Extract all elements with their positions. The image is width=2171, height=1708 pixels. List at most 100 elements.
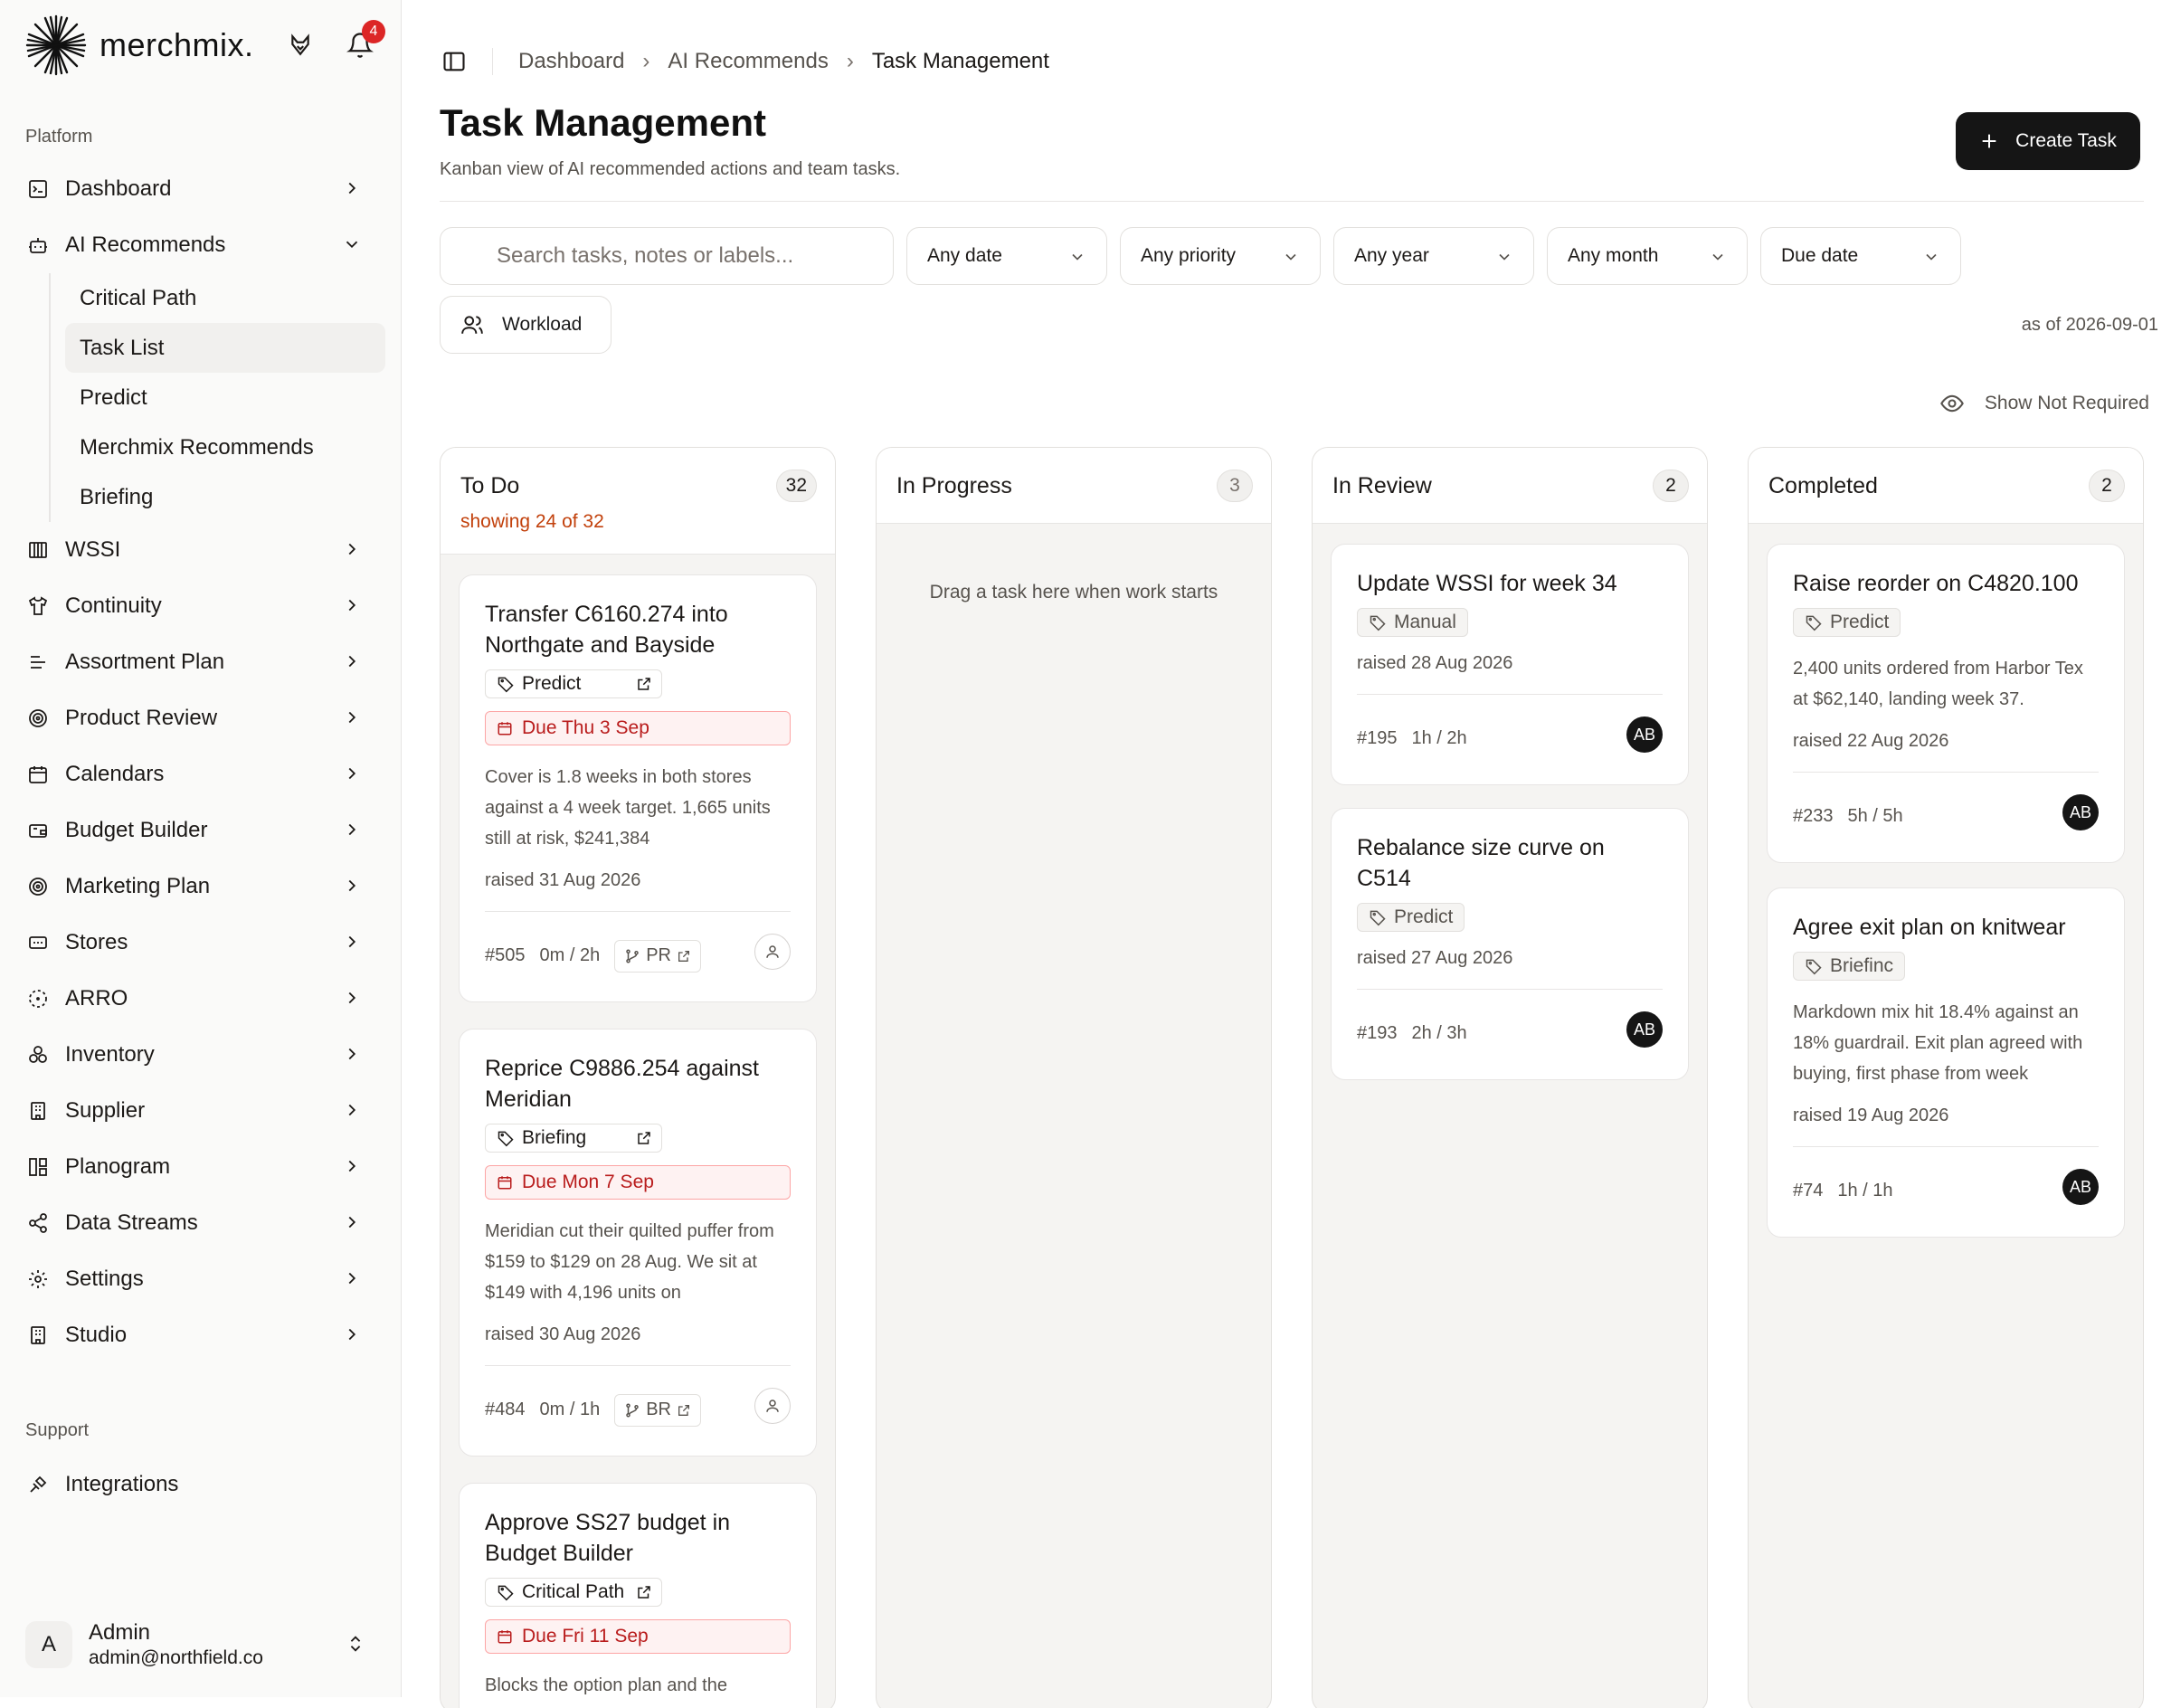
store-icon [25,930,51,955]
breadcrumb-ai-recommends[interactable]: AI Recommends [668,49,828,74]
external-link-icon [638,678,650,690]
sidebar-item-studio[interactable]: Studio [16,1307,385,1363]
tag-label: Briefinc [1830,955,1894,976]
pr-link[interactable]: PR [614,939,701,973]
time-tracked: 0m / 1h [539,1400,601,1419]
breadcrumb-dashboard[interactable]: Dashboard [518,49,624,74]
dashed-circle-icon [25,986,51,1011]
column-count: 3 [1217,470,1253,502]
brand[interactable]: merchmix. [24,13,254,78]
user-name: Admin [89,1620,151,1645]
sidebar-item-label: Dashboard [65,176,172,201]
task-title: Update WSSI for week 34 [1357,571,1617,596]
task-tag[interactable]: Briefing [485,1124,662,1153]
workload-button[interactable]: Workload [440,296,611,354]
sidebar-subitem-predict[interactable]: Predict [65,373,385,422]
tag-label: Predict [522,673,582,694]
sidebar-item-dashboard[interactable]: Dashboard [16,161,385,217]
chevron-right-icon [348,1328,356,1341]
sidebar-item-stores[interactable]: Stores [16,915,385,971]
task-tag[interactable]: Predict [485,669,662,698]
task-card[interactable]: Rebalance size curve on C514 Predict rai… [1331,808,1689,1080]
git-branch-icon [626,949,639,963]
sidebar-item-product-review[interactable]: Product Review [16,690,385,746]
due-label: Due Thu 3 Sep [522,717,649,738]
sidebar-item-budget-builder[interactable]: Budget Builder [16,802,385,859]
task-card[interactable]: Agree exit plan on knitwear Briefinc Mar… [1767,887,2125,1238]
sidebar-item-label: Integrations [65,1472,179,1496]
date-filter[interactable]: Any date [906,227,1107,285]
due-date-filter[interactable]: Due date [1760,227,1961,285]
sidebar-item-label: AI Recommends [65,232,226,257]
sidebar-item-wssi[interactable]: WSSI [16,522,385,578]
task-card[interactable]: Update WSSI for week 34 Manual raised 28… [1331,544,1689,785]
platform-label: Platform [25,127,93,147]
avatar[interactable]: AB [2062,794,2099,830]
card-footer: #505 0m / 2h PR [485,911,791,978]
sidebar-item-inventory[interactable]: Inventory [16,1027,385,1083]
fox-icon[interactable] [282,27,318,63]
sidebar-item-label: Budget Builder [65,818,208,842]
notification-badge: 4 [362,20,385,43]
list-icon [25,650,51,675]
search-input[interactable]: Search tasks, notes or labels... [440,227,894,285]
task-tag[interactable]: Critical Path [485,1578,662,1607]
sidebar-item-planogram[interactable]: Planogram [16,1139,385,1195]
tag-label: Predict [1394,906,1454,927]
filter-value: Any year [1354,245,1429,266]
filter-value: Any priority [1141,245,1237,266]
create-task-button[interactable]: Create Task [1956,112,2140,170]
task-card[interactable]: Raise reorder on C4820.100 Predict 2,400… [1767,544,2125,863]
share-icon [25,1210,51,1236]
sidebar-item-settings[interactable]: Settings [16,1251,385,1307]
user-menu[interactable]: A Admin admin@northfield.co [25,1608,385,1681]
assign-user-icon[interactable] [754,934,791,970]
card-footer: #195 1h / 2h AB [1357,694,1663,761]
sidebar-item-marketing-plan[interactable]: Marketing Plan [16,859,385,915]
avatar[interactable]: AB [1626,1011,1663,1048]
chevron-right-icon [348,182,356,195]
sidebar-item-data-streams[interactable]: Data Streams [16,1195,385,1251]
sidebar-item-supplier[interactable]: Supplier [16,1083,385,1139]
raised-date: raised 28 Aug 2026 [1357,653,1513,673]
sidebar-toggle-icon[interactable] [441,49,467,74]
year-filter[interactable]: Any year [1333,227,1534,285]
due-label: Due Mon 7 Sep [522,1172,654,1192]
task-card[interactable]: Transfer C6160.274 into Northgate and Ba… [459,574,817,1002]
sidebar-subitem-merchmix-recommends[interactable]: Merchmix Recommends [65,422,385,472]
raised-date: raised 27 Aug 2026 [1357,948,1513,968]
chevron-right-icon [348,1104,356,1116]
sidebar-subitem-task-list[interactable]: Task List [65,323,385,373]
column-in-progress[interactable]: In Progress 3 Drag a task here when work… [876,447,1272,1708]
sidebar-item-label: Studio [65,1323,128,1347]
sidebar-item-ai-recommends[interactable]: AI Recommends [16,217,385,273]
sidebar-item-assortment-plan[interactable]: Assortment Plan [16,634,385,690]
pr-link[interactable]: BR [614,1393,701,1427]
column-header: In Review 2 [1313,448,1707,524]
sidebar-item-integrations[interactable]: Integrations [16,1457,385,1513]
avatar: A [25,1621,72,1668]
month-filter[interactable]: Any month [1547,227,1748,285]
sidebar-item-arro[interactable]: ARRO [16,971,385,1027]
sidebar-item-label: Assortment Plan [65,650,225,674]
show-not-required-toggle[interactable]: Show Not Required [1939,391,2149,416]
sidebar-item-continuity[interactable]: Continuity [16,578,385,634]
ai-recommends-submenu: Critical Path Task List Predict Merchmix… [49,273,385,522]
task-card[interactable]: Reprice C9886.254 against Meridian Brief… [459,1029,817,1457]
avatar[interactable]: AB [1626,716,1663,753]
task-card[interactable]: Approve SS27 budget in Budget Builder Cr… [459,1483,817,1708]
chevron-down-icon [1072,253,1083,261]
raised-date: raised 30 Aug 2026 [485,1324,641,1344]
column-count: 32 [775,470,817,502]
assign-user-icon[interactable] [754,1388,791,1424]
sidebar-subitem-briefing[interactable]: Briefing [65,472,385,522]
column-title: To Do [460,473,520,498]
wallet-icon [25,818,51,843]
sidebar-item-calendars[interactable]: Calendars [16,746,385,802]
bell-icon[interactable]: 4 [342,20,385,63]
priority-filter[interactable]: Any priority [1120,227,1321,285]
task-id: #193 [1357,1023,1398,1043]
sidebar-subitem-critical-path[interactable]: Critical Path [65,273,385,323]
avatar[interactable]: AB [2062,1169,2099,1205]
card-footer: #484 0m / 1h BR [485,1365,791,1432]
